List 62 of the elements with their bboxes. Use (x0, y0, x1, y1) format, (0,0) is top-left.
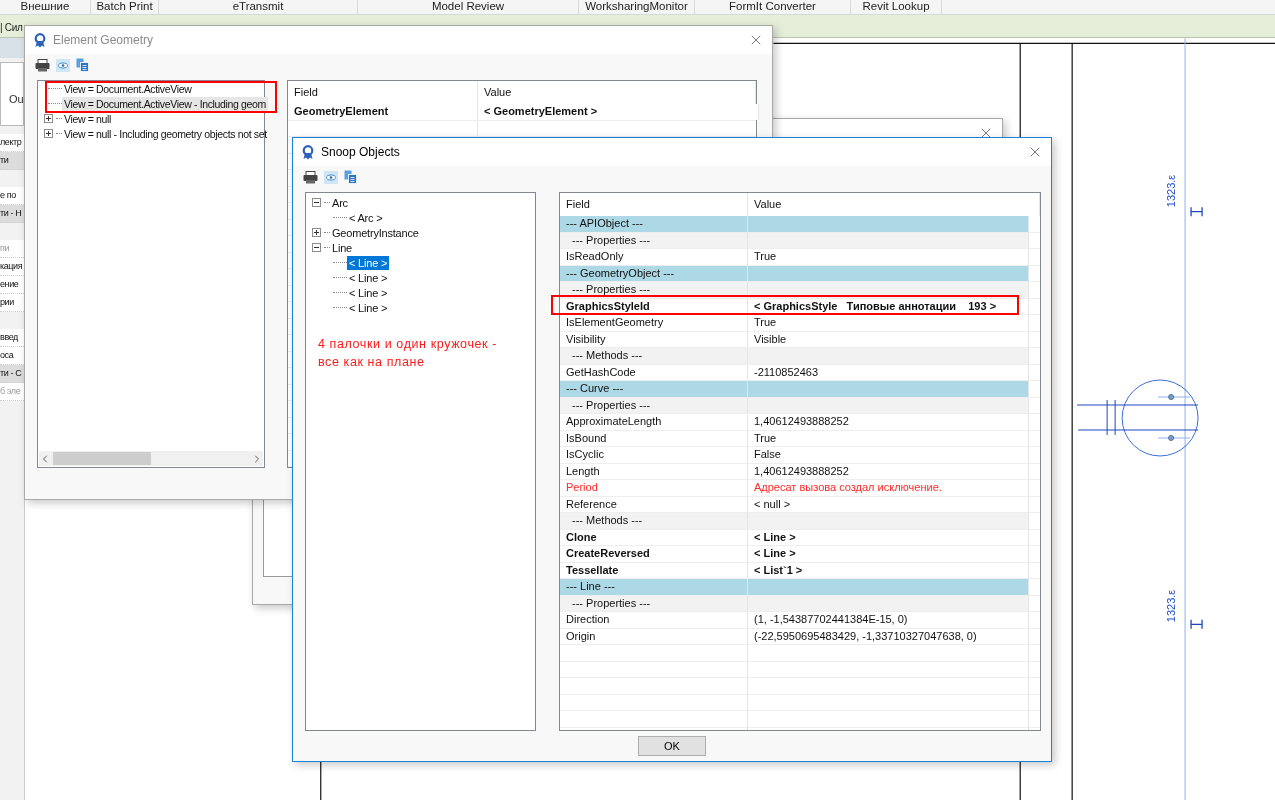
rosette-icon (301, 144, 315, 160)
printer-icon[interactable] (303, 170, 318, 184)
eye-icon[interactable] (56, 58, 70, 72)
property-label: ти - Н (0, 205, 24, 223)
table-cell: --- Line --- (560, 579, 748, 595)
collapse-toggle[interactable] (312, 198, 321, 207)
property-label: ти - С (0, 365, 24, 383)
ok-button[interactable]: OK (638, 736, 706, 756)
property-label: б эле (0, 383, 24, 401)
ribbon-tab[interactable]: Внешние (0, 0, 91, 14)
tree-item[interactable]: View = null - Including geometry objects not set (62, 126, 269, 141)
property-label: кация (0, 258, 24, 276)
table-cell: --- Methods --- (560, 513, 748, 529)
ribbon-tab[interactable]: Batch Print (91, 0, 159, 14)
property-label: ение (0, 276, 24, 294)
rosette-icon (33, 32, 47, 48)
ribbon-tab[interactable]: FormIt Converter (695, 0, 851, 14)
dimension-text: 1323.ε (1165, 174, 1178, 208)
window-title: Element Geometry (53, 33, 155, 47)
property-label: ти (0, 152, 24, 170)
options-bar-text: | Сил (0, 21, 23, 35)
tree-item[interactable]: < Arc > (347, 210, 385, 225)
dimension-mark (1190, 206, 1203, 217)
table-cell: --- Curve --- (560, 381, 748, 397)
scrollbar[interactable] (39, 451, 263, 466)
copy-icon[interactable] (344, 170, 357, 184)
expand-toggle[interactable] (44, 114, 53, 123)
window-title: Snoop Objects (321, 145, 401, 159)
palette-header (0, 38, 24, 58)
property-label: введ (0, 329, 24, 347)
property-label: лектр (0, 134, 24, 152)
tree-item[interactable]: View = Document.ActiveView (62, 81, 194, 96)
type-selector[interactable]: Ou (0, 62, 24, 126)
scrollbar-thumb[interactable] (53, 452, 151, 465)
table-cell: --- Methods --- (560, 348, 748, 364)
dimension-text: 1323.ε (1165, 589, 1178, 623)
annotation-text: 4 палочки и один кружочек - все как на плане (318, 336, 498, 371)
tree-item[interactable]: View = null (62, 111, 114, 126)
copy-icon[interactable] (76, 58, 89, 72)
expand-toggle[interactable] (312, 228, 321, 237)
property-label: е по (0, 187, 24, 205)
ribbon-tab[interactable]: eTransmit (159, 0, 358, 14)
tree-item[interactable]: < Line > (347, 300, 390, 315)
expand-toggle[interactable] (44, 129, 53, 138)
property-label: рии (0, 294, 24, 312)
table-cell: --- APIObject --- (560, 216, 748, 232)
ribbon-tab[interactable]: Revit Lookup (851, 0, 942, 14)
collapse-toggle[interactable] (312, 243, 321, 252)
tree-item[interactable]: < Line > (347, 285, 390, 300)
tree-item[interactable]: View = Document.ActiveView - Including geom (62, 96, 268, 111)
ribbon-tab[interactable]: WorksharingMonitor (579, 0, 695, 14)
dimension-mark (1190, 619, 1203, 630)
tree-item[interactable]: Arc (330, 195, 350, 210)
tree-item[interactable]: < Line > (347, 270, 390, 285)
tree-item[interactable]: Line (330, 240, 354, 255)
printer-icon[interactable] (35, 58, 50, 72)
property-label: оса (0, 347, 24, 365)
property-label: пи (0, 240, 24, 258)
tree-item[interactable]: GeometryInstance (330, 225, 421, 240)
eye-icon[interactable] (324, 170, 338, 184)
ribbon-tab[interactable]: Model Review (358, 0, 579, 14)
tree-item[interactable]: < Line > (347, 255, 390, 270)
